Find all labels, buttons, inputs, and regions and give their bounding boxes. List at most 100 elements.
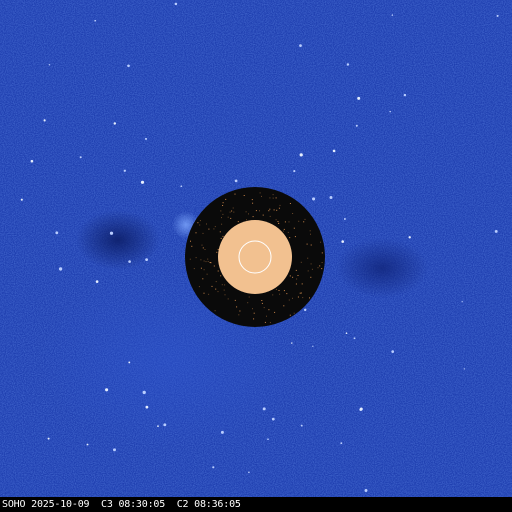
star [174,2,178,6]
occulter-speckle [246,219,247,221]
occulter-speckle [190,240,191,242]
star [140,180,145,184]
occulter-speckle [279,293,281,295]
occulter-speckle [278,207,280,209]
star [340,442,343,445]
star [357,96,361,100]
occulter-speckle [268,309,270,311]
star [113,448,116,452]
occulter-speckle [284,221,286,223]
occulter-speckle [307,257,309,259]
occulter-speckle [259,210,260,212]
occulter-speckle [276,209,278,211]
star [355,124,358,127]
occulter-speckle [321,268,323,270]
occulter-speckle [216,251,218,253]
occulter-speckle [232,207,234,209]
occulter-speckle [252,308,253,310]
occulter-speckle [227,298,229,300]
occulter-speckle [213,265,215,267]
occulter-speckle [237,221,239,223]
occulter-speckle [272,197,274,199]
occulter-speckle [275,197,277,199]
occulter-speckle [282,230,284,232]
occulter-speckle [262,214,264,216]
star [220,430,224,434]
occulter-speckle [207,258,209,260]
star [463,368,465,370]
star [20,198,23,201]
occulter-speckle [259,192,261,194]
occulter-speckle [261,195,262,197]
star [364,489,368,492]
caption-observatory: SOHO [2,499,26,510]
star [58,267,63,271]
occulter-speckle [245,211,247,213]
occulter-speckle [269,208,271,210]
occulter-speckle [221,223,223,225]
occulter-speckle [213,228,215,230]
occulter-speckle [269,322,271,324]
occulter-speckle [296,278,298,280]
occulter-speckle [231,210,233,212]
star [389,110,391,113]
occulter-speckle [283,228,285,230]
occulter-speckle [230,217,232,219]
star [79,156,82,159]
occulter-speckle [297,275,299,276]
occulter-speckle [189,258,191,260]
star [95,280,99,283]
occulter-speckle [203,269,205,271]
star [496,14,499,17]
occulter-speckle [211,285,213,287]
occulter-speckle [311,268,313,270]
star [359,407,363,411]
star [145,405,149,409]
occulter-speckle [272,294,274,296]
occulter-speckle [264,321,266,323]
occulter-speckle [203,260,205,262]
occulter-speckle [220,275,222,277]
star [142,390,146,395]
occulter-speckle [215,288,217,290]
occulter-speckle [300,292,302,294]
image-caption: SOHO 2025-10-09 C3 08:30:05 C2 08:36:05 [2,497,241,512]
star [128,260,131,263]
caption-date: 2025-10-09 [31,499,90,510]
occulter-speckle [221,284,223,286]
occulter-speckle [202,232,204,234]
occulter-speckle [217,291,219,293]
star [403,93,407,97]
occulter-speckle [293,312,295,314]
occulter-speckle [215,281,217,283]
occulter-speckle [310,233,311,235]
occulter-speckle [199,220,201,222]
star [312,345,314,347]
star [291,342,293,344]
occulter-speckle [306,243,308,245]
occulter-speckle [310,244,312,246]
occulter-speckle [278,222,280,224]
star [145,258,149,261]
occulter-speckle [222,213,224,215]
occulter-speckle [251,199,253,201]
occulter-speckle [255,210,257,212]
occulter-speckle [222,205,224,206]
occulter-speckle [193,268,195,270]
occulter-speckle [268,210,270,212]
star [43,119,46,122]
occulter-speckle [298,220,300,222]
occulter-speckle [294,236,296,238]
occulter-speckle [220,210,222,212]
occulter-speckle [286,293,288,295]
occulter-speckle [253,318,255,320]
occulter-speckle [289,203,291,204]
star [86,443,89,446]
star [157,425,159,427]
star [303,308,307,312]
occulter-speckle [317,267,319,269]
occulter-speckle [321,262,323,263]
occulter-speckle [301,283,303,285]
occulter-speckle [279,204,281,206]
occulter-speckle [217,248,219,250]
